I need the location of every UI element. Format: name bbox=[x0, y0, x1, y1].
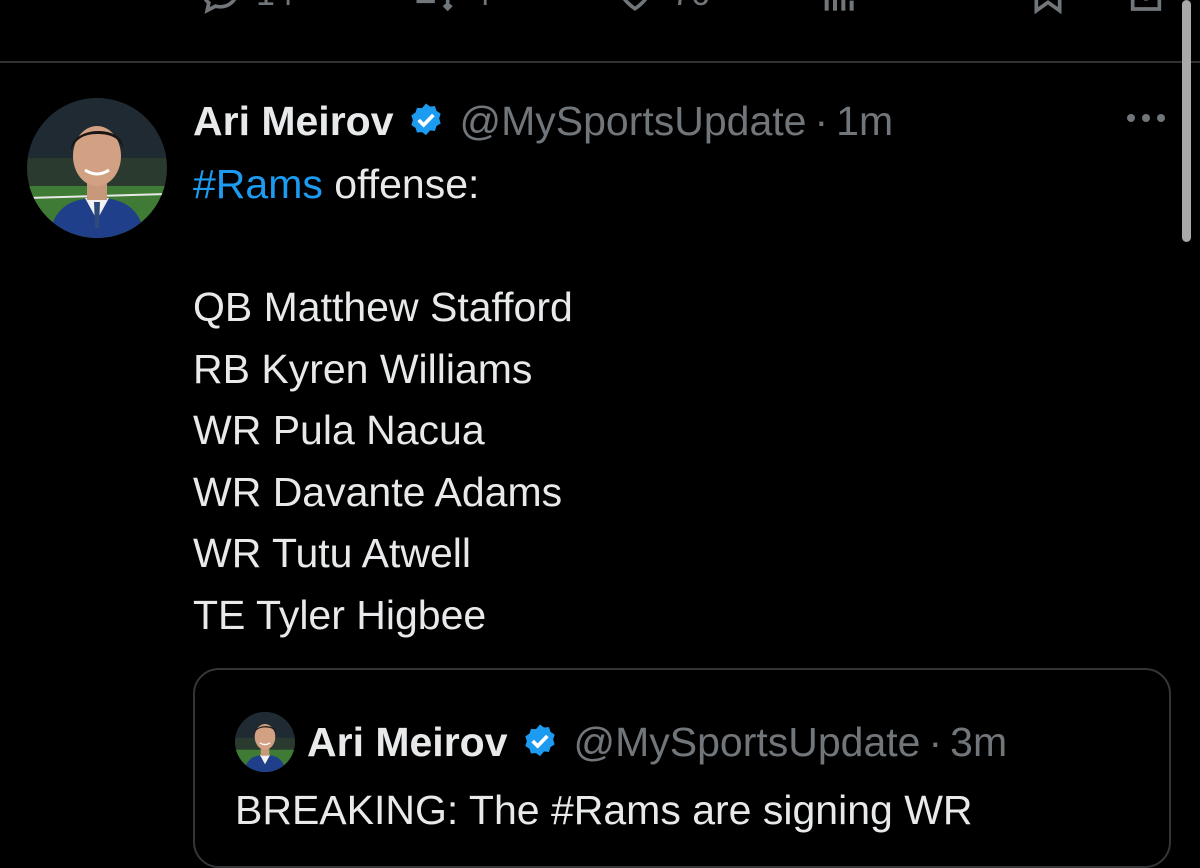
roster-line: TE Tyler Higbee bbox=[193, 591, 487, 638]
quote-author-name[interactable]: Ari Meirov bbox=[307, 719, 508, 766]
previous-tweet-actions: 14 4 76 bbox=[0, 0, 1200, 22]
separator-dot: · bbox=[814, 97, 829, 144]
tweet-timestamp[interactable]: 1m bbox=[836, 98, 893, 145]
bookmark-button[interactable] bbox=[1028, 0, 1068, 16]
share-icon bbox=[1130, 0, 1162, 11]
repost-button[interactable]: 4 bbox=[408, 0, 491, 16]
roster-line: WR Tutu Atwell bbox=[193, 530, 471, 576]
intro-text: offense: bbox=[322, 161, 480, 207]
like-button[interactable]: 76 bbox=[612, 0, 710, 16]
repost-count: 4 bbox=[472, 0, 491, 14]
reply-icon bbox=[203, 0, 237, 14]
scrollbar[interactable] bbox=[1182, 0, 1191, 242]
reply-count: 14 bbox=[256, 0, 294, 14]
like-icon bbox=[622, 0, 648, 11]
roster-line: QB Matthew Stafford bbox=[193, 284, 573, 330]
repost-icon bbox=[416, 0, 453, 12]
more-icon[interactable] bbox=[1124, 108, 1168, 128]
verified-badge-icon[interactable] bbox=[520, 722, 560, 762]
quoted-tweet-card[interactable]: Ari Meirov @MySportsUpdate · 3m BREAKING… bbox=[193, 668, 1171, 868]
author-avatar[interactable] bbox=[27, 98, 167, 238]
tweet-intro-line: #Rams offense: bbox=[193, 154, 573, 216]
quote-timestamp[interactable]: 3m bbox=[950, 719, 1007, 766]
tweet-header: Ari Meirov @MySportsUpdate · 1m bbox=[193, 92, 893, 150]
verified-badge-icon[interactable] bbox=[406, 101, 446, 141]
roster-line: WR Davante Adams bbox=[193, 468, 563, 515]
author-name[interactable]: Ari Meirov bbox=[193, 98, 394, 145]
views-icon bbox=[824, 0, 854, 11]
roster-line: RB Kyren Williams bbox=[193, 345, 533, 392]
views-button[interactable] bbox=[820, 0, 860, 16]
bookmark-icon bbox=[1034, 0, 1062, 15]
separator-dot: · bbox=[928, 718, 943, 765]
reply-button[interactable]: 14 bbox=[198, 0, 294, 16]
quote-text: BREAKING: The #Rams are signing WR bbox=[235, 787, 973, 833]
tweet-divider bbox=[0, 61, 1200, 63]
share-button[interactable] bbox=[1126, 0, 1166, 16]
quote-header: Ari Meirov @MySportsUpdate · 3m bbox=[307, 714, 1007, 770]
author-handle[interactable]: @MySportsUpdate bbox=[460, 98, 807, 145]
quote-author-avatar[interactable] bbox=[235, 712, 295, 772]
tweet-text: #Rams offense: QB Matthew Stafford RB Ky… bbox=[193, 154, 573, 646]
like-count: 76 bbox=[672, 0, 710, 14]
roster-line: WR Pula Nacua bbox=[193, 407, 485, 453]
quote-author-handle[interactable]: @MySportsUpdate bbox=[574, 719, 921, 766]
hashtag-link[interactable]: #Rams bbox=[193, 161, 323, 207]
